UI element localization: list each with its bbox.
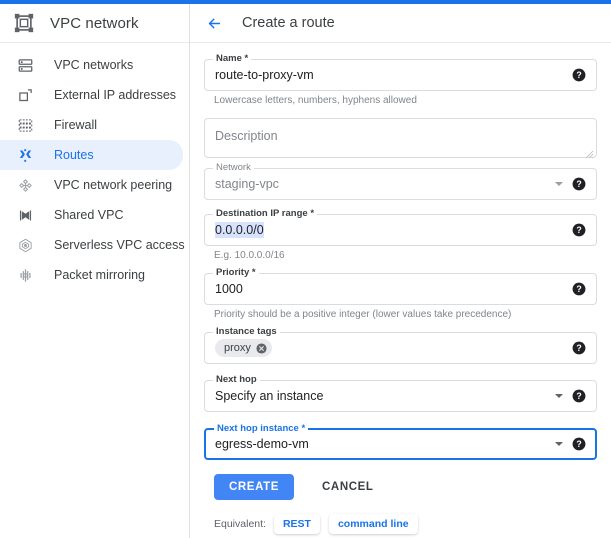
help-icon[interactable]: ?	[572, 437, 586, 451]
sidebar-item-packet-mirroring[interactable]: Packet mirroring	[0, 260, 183, 290]
packet-mirroring-icon	[16, 266, 34, 284]
equivalent-command-line-button[interactable]: command line	[329, 514, 418, 534]
instance-tag-chip-label: proxy	[224, 342, 251, 354]
name-field: Name * route-to-proxy-vm ? Lowercase let…	[204, 59, 597, 106]
sidebar-item-vpc-networks[interactable]: VPC networks	[0, 50, 183, 80]
help-icon[interactable]: ?	[572, 341, 586, 355]
main-content: Create a route Name * route-to-proxy-vm …	[190, 4, 611, 538]
next-hop-instance-value: egress-demo-vm	[215, 437, 548, 451]
destination-ip-range-helper-text: E.g. 10.0.0.0/16	[214, 250, 597, 261]
sidebar-item-label: Routes	[54, 148, 94, 162]
sidebar-item-label: VPC networks	[54, 58, 133, 72]
network-select[interactable]: Network staging-vpc ?	[204, 168, 597, 200]
svg-text:?: ?	[576, 70, 581, 80]
help-icon[interactable]: ?	[572, 68, 586, 82]
back-arrow-icon[interactable]	[204, 13, 224, 33]
description-placeholder: Description	[215, 129, 278, 143]
help-icon[interactable]: ?	[572, 177, 586, 191]
sidebar-nav: VPC networks External IP addresses	[0, 43, 189, 290]
destination-ip-range-input[interactable]: Destination IP range * 0.0.0.0/0 ?	[204, 214, 597, 246]
sidebar-item-vpc-network-peering[interactable]: VPC network peering	[0, 170, 183, 200]
next-hop-instance-select[interactable]: Next hop instance * egress-demo-vm ?	[204, 428, 597, 460]
destination-ip-range-label: Destination IP range *	[213, 209, 317, 219]
network-label: Network	[213, 163, 254, 173]
page-header: Create a route	[190, 4, 611, 43]
sidebar-item-label: Serverless VPC access	[54, 238, 185, 252]
name-value: route-to-proxy-vm	[215, 68, 564, 82]
priority-helper-text: Priority should be a positive integer (l…	[214, 309, 597, 320]
instance-tags-label: Instance tags	[213, 327, 280, 337]
peering-icon	[16, 176, 34, 194]
sidebar-item-firewall[interactable]: Firewall	[0, 110, 183, 140]
svg-text:?: ?	[576, 179, 581, 189]
product-header[interactable]: VPC network	[0, 4, 189, 43]
name-input[interactable]: Name * route-to-proxy-vm ?	[204, 59, 597, 91]
priority-input[interactable]: Priority * 1000 ?	[204, 273, 597, 305]
chevron-down-icon[interactable]	[554, 179, 564, 189]
equivalent-label: Equivalent:	[214, 518, 266, 530]
chip-remove-icon[interactable]	[256, 342, 268, 354]
priority-value: 1000	[215, 282, 564, 296]
help-icon[interactable]: ?	[572, 389, 586, 403]
chevron-down-icon[interactable]	[554, 439, 564, 449]
help-icon[interactable]: ?	[572, 282, 586, 296]
next-hop-instance-label: Next hop instance *	[214, 424, 308, 434]
sidebar-item-shared-vpc[interactable]: Shared VPC	[0, 200, 183, 230]
textarea-resize-handle[interactable]	[585, 146, 594, 155]
instance-tag-chip[interactable]: proxy	[215, 339, 272, 357]
sidebar: VPC network VPC networks	[0, 4, 190, 538]
svg-text:?: ?	[576, 439, 581, 449]
network-field: Network staging-vpc ?	[204, 168, 597, 200]
svg-text:?: ?	[576, 391, 581, 401]
next-hop-label: Next hop	[213, 375, 260, 385]
vpc-networks-icon	[16, 56, 34, 74]
svg-text:?: ?	[576, 225, 581, 235]
serverless-vpc-icon	[16, 236, 34, 254]
destination-ip-range-value: 0.0.0.0/0	[215, 222, 264, 238]
svg-text:?: ?	[576, 284, 581, 294]
priority-field: Priority * 1000 ? Priority should be a p…	[204, 273, 597, 320]
sidebar-item-label: Packet mirroring	[54, 268, 145, 282]
external-ip-icon	[16, 86, 34, 104]
shared-vpc-icon	[16, 206, 34, 224]
sidebar-item-label: Shared VPC	[54, 208, 123, 222]
help-icon[interactable]: ?	[572, 223, 586, 237]
create-route-form: Name * route-to-proxy-vm ? Lowercase let…	[190, 43, 611, 534]
name-label: Name *	[213, 54, 251, 64]
next-hop-field: Next hop Specify an instance ?	[204, 380, 597, 412]
firewall-icon	[16, 116, 34, 134]
chevron-down-icon[interactable]	[554, 391, 564, 401]
next-hop-select[interactable]: Next hop Specify an instance ?	[204, 380, 597, 412]
form-actions: CREATE CANCEL	[214, 474, 597, 500]
next-hop-instance-field: Next hop instance * egress-demo-vm ?	[204, 428, 597, 460]
priority-label: Priority *	[213, 268, 259, 278]
product-title: VPC network	[50, 15, 139, 32]
name-helper-text: Lowercase letters, numbers, hyphens allo…	[214, 95, 597, 106]
sidebar-item-label: Firewall	[54, 118, 97, 132]
svg-text:?: ?	[576, 343, 581, 353]
vpc-network-icon	[12, 11, 36, 35]
sidebar-item-serverless-vpc-access[interactable]: Serverless VPC access	[0, 230, 183, 260]
equivalent-row: Equivalent: REST command line	[214, 514, 597, 534]
destination-ip-range-field: Destination IP range * 0.0.0.0/0 ? E.g. …	[204, 214, 597, 261]
network-value: staging-vpc	[215, 177, 548, 191]
create-button[interactable]: CREATE	[214, 474, 294, 500]
instance-tags-field: Instance tags proxy	[204, 332, 597, 364]
sidebar-item-external-ip-addresses[interactable]: External IP addresses	[0, 80, 183, 110]
routes-icon	[16, 146, 34, 164]
instance-tags-input[interactable]: Instance tags proxy	[204, 332, 597, 364]
page-title: Create a route	[242, 15, 335, 31]
next-hop-value: Specify an instance	[215, 389, 548, 403]
sidebar-item-label: VPC network peering	[54, 178, 172, 192]
equivalent-rest-button[interactable]: REST	[274, 514, 320, 534]
description-textarea[interactable]: Description	[204, 118, 597, 158]
cancel-button[interactable]: CANCEL	[312, 474, 384, 500]
gcp-console-window: VPC network VPC networks	[0, 0, 611, 538]
sidebar-item-label: External IP addresses	[54, 88, 176, 102]
sidebar-item-routes[interactable]: Routes	[0, 140, 183, 170]
